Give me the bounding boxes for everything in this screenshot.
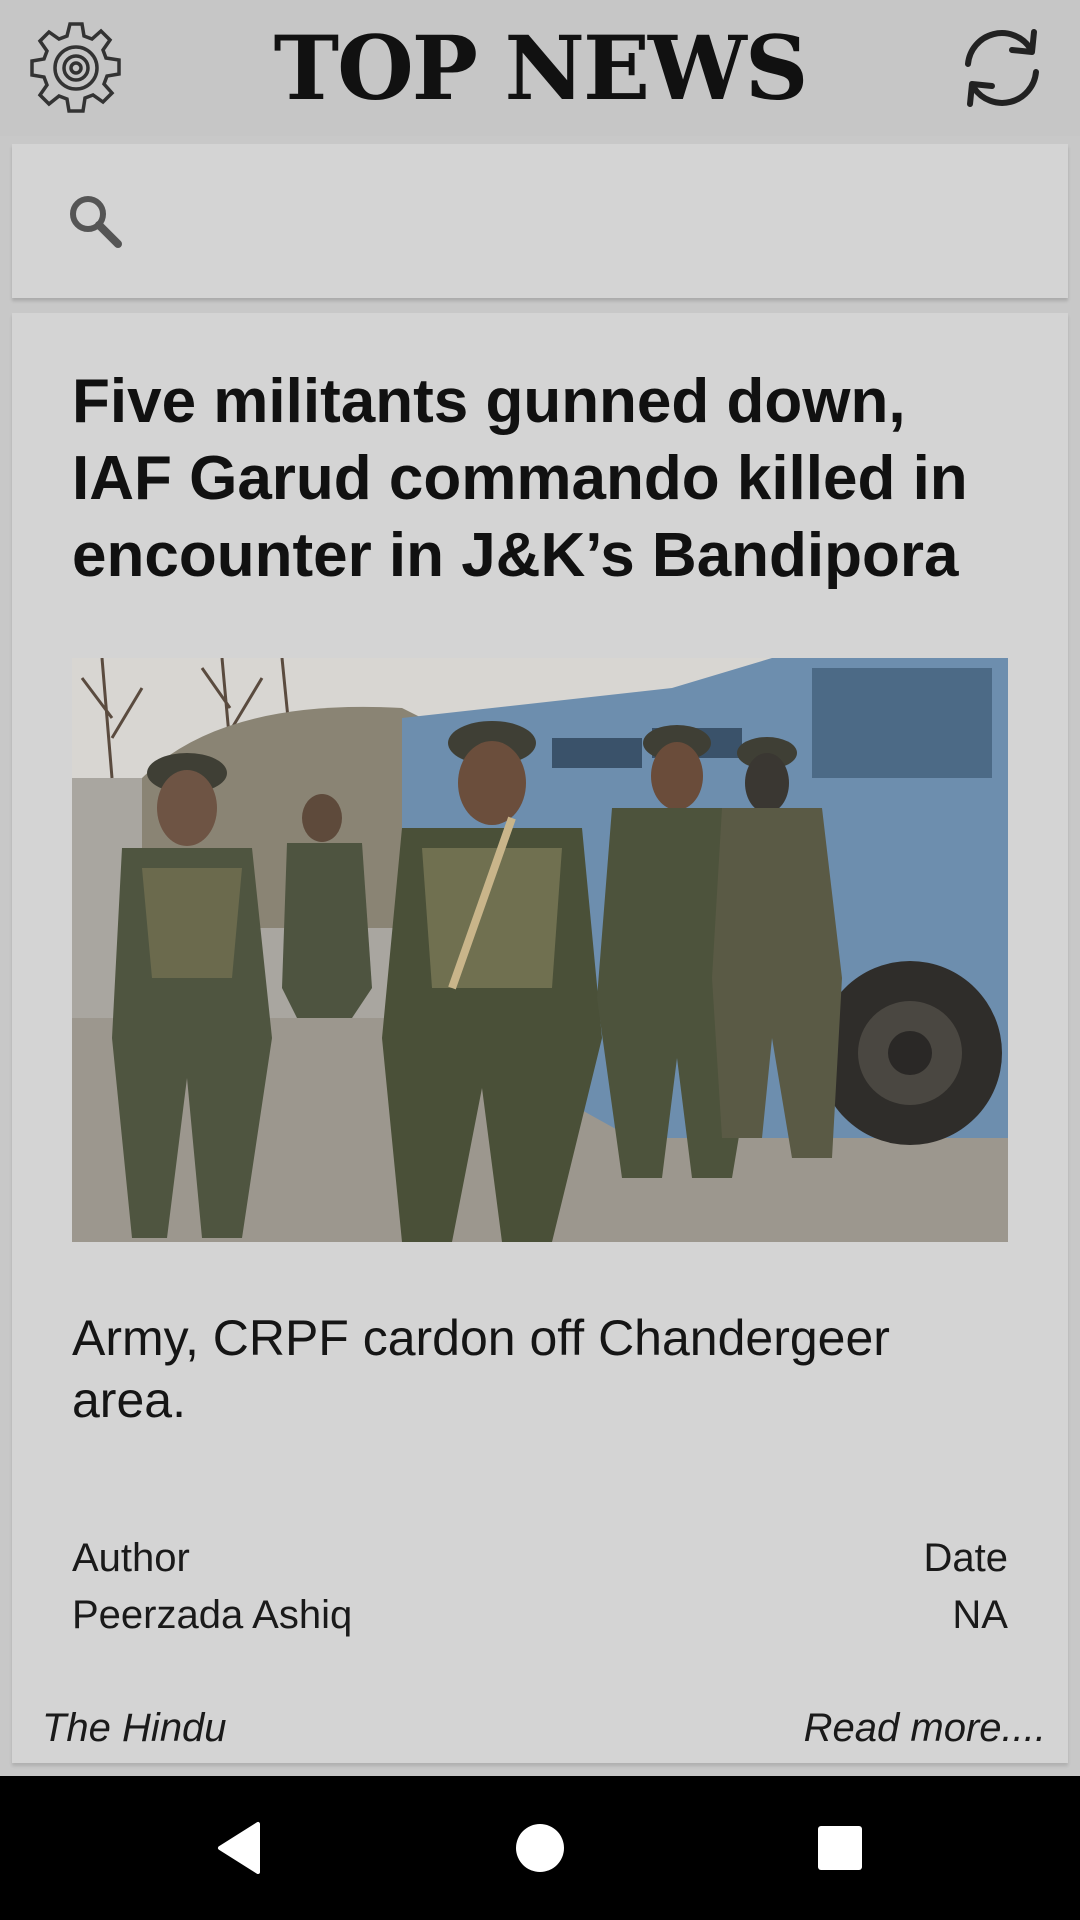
home-circle-icon <box>516 1824 564 1872</box>
read-more-link[interactable]: Read more.... <box>804 1703 1046 1753</box>
refresh-button[interactable] <box>950 16 1054 120</box>
date-value: NA <box>952 1593 1008 1637</box>
date-block: Date NA <box>924 1530 1009 1644</box>
search-icon <box>70 196 122 248</box>
home-button[interactable] <box>500 1808 580 1888</box>
news-card[interactable]: Five militants gunned down, IAF Garud co… <box>12 313 1068 1763</box>
author-name: Peerzada Ashiq <box>72 1593 353 1637</box>
app-title: TOP NEWS <box>273 16 809 120</box>
date-label: Date <box>923 1536 1009 1580</box>
back-button[interactable] <box>200 1808 280 1888</box>
article-headline[interactable]: Five militants gunned down, IAF Garud co… <box>72 363 1012 594</box>
recents-button[interactable] <box>800 1808 880 1888</box>
article-description: Army, CRPF cardon off Chandergeer area. <box>72 1310 890 1428</box>
system-nav-bar <box>0 1776 1080 1920</box>
search-bar[interactable] <box>12 144 1068 298</box>
author-label: Author <box>72 1536 190 1580</box>
article-image[interactable] <box>72 658 1008 1242</box>
recents-square-icon <box>818 1826 862 1870</box>
soldiers-photo <box>72 658 1008 1242</box>
back-triangle-icon <box>218 1822 260 1874</box>
author-block: Author Peerzada Ashiq <box>72 1530 352 1644</box>
source-name: The Hindu <box>42 1706 227 1750</box>
refresh-icon <box>965 29 1039 107</box>
app-header: TOP NEWS <box>0 0 1080 136</box>
